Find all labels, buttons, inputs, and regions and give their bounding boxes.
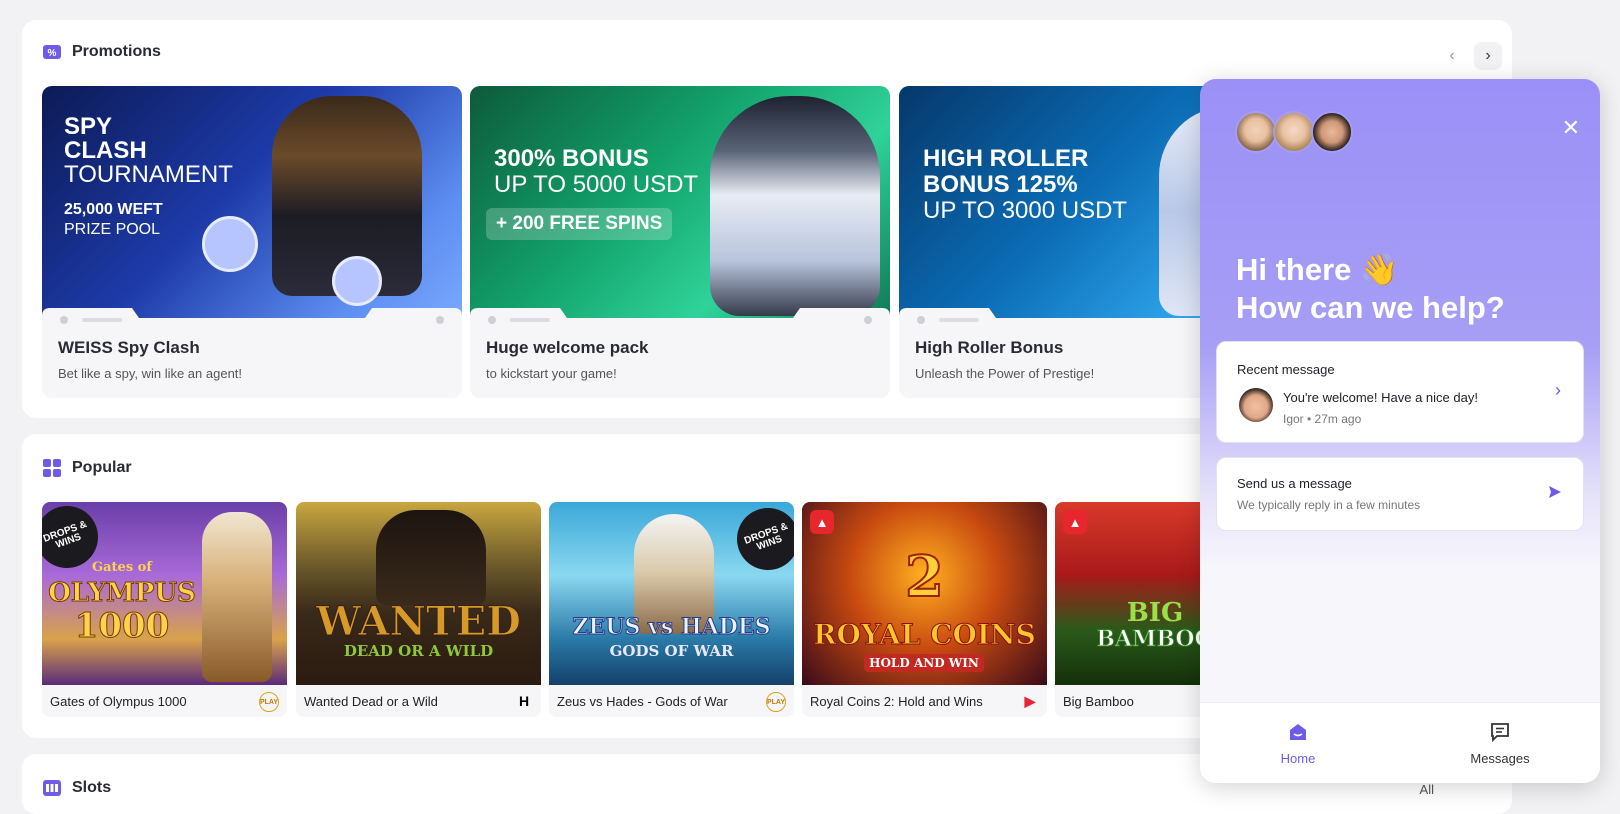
game-thumbnail: DROPS & WINS Gates of OLYMPUS 1000 <box>42 502 287 685</box>
chat-widget: ✕ Hi there 👋 How can we help? Recent mes… <box>1200 79 1600 783</box>
game-tile-royal-coins-2[interactable]: ▲ 2 ROYAL COINS HOLD AND WIN Royal Coins… <box>802 502 1047 717</box>
greeting-line: How can we help? <box>1236 290 1505 325</box>
prev-button[interactable]: ‹ <box>1438 42 1466 70</box>
send-icon <box>1547 484 1563 505</box>
avatar <box>1273 111 1315 153</box>
chat-greeting: Hi there 👋 How can we help? <box>1236 251 1505 327</box>
promo-subtitle: Bet like a spy, win like an agent! <box>58 366 243 381</box>
recent-message-card[interactable]: Recent message You're welcome! Have a ni… <box>1216 341 1584 443</box>
recent-message-meta: Igor • 27m ago <box>1283 412 1362 426</box>
promo-title: High Roller Bonus <box>915 338 1064 357</box>
astronaut-image <box>710 96 880 316</box>
recent-message-text: You're welcome! Have a nice day! <box>1283 390 1478 405</box>
promo-title: Huge welcome pack <box>486 338 649 357</box>
provider-logo-icon: ▶ <box>1024 692 1036 709</box>
game-name: Wanted Dead or a Wild <box>304 694 438 709</box>
game-name: Big Bamboo <box>1063 694 1134 709</box>
banner-text-line: HIGH ROLLER <box>923 145 1089 172</box>
slots-title: Slots <box>72 779 112 796</box>
game-tile-gates-of-olympus[interactable]: DROPS & WINS Gates of OLYMPUS 1000 Gates… <box>42 502 287 717</box>
popular-title: Popular <box>72 459 132 476</box>
team-avatars <box>1235 111 1353 153</box>
game-name: Zeus vs Hades - Gods of War <box>557 694 728 709</box>
game-thumbnail: DROPS & WINS ZEUS vs HADES GODS OF WAR <box>549 502 794 685</box>
banner-text-line: 300% BONUS <box>494 145 649 172</box>
banner-text-line: UP TO 5000 USDT <box>494 171 699 198</box>
game-name: Gates of Olympus 1000 <box>50 694 187 709</box>
avatar <box>1235 111 1277 153</box>
game-art-text: GODS OF WAR <box>609 642 734 660</box>
promotions-nav: ‹ › <box>1438 42 1502 70</box>
popular-header: Popular <box>42 458 132 478</box>
banner-text-line: 25,000 WEFT <box>64 201 163 218</box>
svg-text:%: % <box>48 48 57 59</box>
promo-subtitle: Unleash the Power of Prestige! <box>915 366 1095 381</box>
banner-text-line: UP TO 3000 USDT <box>923 197 1128 224</box>
game-thumbnail: WANTED DEAD OR A WILD <box>296 502 541 685</box>
game-art-text: OLYMPUS <box>48 578 197 609</box>
banner-text-line: BONUS 125% <box>923 171 1078 198</box>
promo-card-spy-clash[interactable]: SPY CLASH TOURNAMENT 25,000 WEFT PRIZE P… <box>42 86 462 398</box>
avatar <box>1239 388 1273 422</box>
percent-tag-icon: % <box>42 42 62 62</box>
promo-title: WEISS Spy Clash <box>58 338 200 357</box>
game-tile-zeus-vs-hades[interactable]: DROPS & WINS ZEUS vs HADES GODS OF WAR Z… <box>549 502 794 717</box>
game-art-text: Gates of <box>92 560 152 575</box>
card-strip-decoration <box>470 308 890 328</box>
banner-text-line: SPY <box>64 113 113 140</box>
tab-home[interactable]: Home <box>1238 721 1358 766</box>
banner-free-spins-pill: + 200 FREE SPINS <box>486 208 673 240</box>
game-art-text: DEAD OR A WILD <box>343 642 494 660</box>
game-art-text: HOLD AND WIN <box>864 654 984 672</box>
game-art-text: ZEUS vs HADES <box>572 614 771 641</box>
tab-messages[interactable]: Messages <box>1440 721 1560 766</box>
promo-banner-image: SPY CLASH TOURNAMENT 25,000 WEFT PRIZE P… <box>42 86 462 319</box>
promotions-title: Promotions <box>72 43 161 60</box>
home-icon <box>1238 721 1358 745</box>
fire-icon: ▲ <box>810 510 834 534</box>
tab-home-label: Home <box>1280 751 1316 766</box>
card-strip-decoration <box>42 308 462 328</box>
chevron-right-icon: › <box>1555 380 1561 400</box>
game-art-text: WANTED <box>316 598 522 646</box>
zeus-character-image <box>202 512 272 682</box>
send-message-title: Send us a message <box>1237 476 1352 491</box>
greeting-line: Hi there 👋 <box>1236 252 1399 287</box>
send-message-card[interactable]: Send us a message We typically reply in … <box>1216 457 1584 531</box>
chat-tab-bar: Home Messages <box>1200 702 1600 783</box>
game-tile-wanted-dead-or-a-wild[interactable]: WANTED DEAD OR A WILD Wanted Dead or a W… <box>296 502 541 717</box>
fire-icon: ▲ <box>1063 510 1087 534</box>
messages-icon <box>1440 721 1560 745</box>
slots-all-link[interactable]: All <box>1420 782 1434 797</box>
game-art-text: 1000 <box>74 606 170 647</box>
close-icon[interactable]: ✕ <box>1562 117 1580 139</box>
avatar <box>1311 111 1353 153</box>
slots-icon <box>42 778 62 798</box>
cowboy-character-image <box>376 510 486 605</box>
coin-image <box>332 256 382 306</box>
drops-and-wins-badge: DROPS & WINS <box>728 502 794 579</box>
promo-subtitle: to kickstart your game! <box>486 366 617 381</box>
promotions-header: % Promotions <box>42 42 161 62</box>
coin-image <box>202 216 258 272</box>
game-thumbnail: ▲ 2 ROYAL COINS HOLD AND WIN <box>802 502 1047 685</box>
send-message-subtitle: We typically reply in a few minutes <box>1237 498 1421 512</box>
banner-text-line: TOURNAMENT <box>64 161 233 188</box>
banner-text-line: PRIZE POOL <box>64 221 161 238</box>
banner-text-line: CLASH <box>64 137 147 164</box>
next-button[interactable]: › <box>1474 42 1502 70</box>
slots-header: Slots <box>42 778 111 798</box>
provider-logo-icon: PLAY <box>766 692 786 712</box>
recent-message-heading: Recent message <box>1237 362 1335 377</box>
game-name: Royal Coins 2: Hold and Wins <box>810 694 983 709</box>
provider-logo-icon: H <box>518 693 530 709</box>
grid-icon <box>42 458 62 478</box>
game-art-text: ROYAL COINS <box>813 618 1037 652</box>
provider-logo-icon: PLAY <box>259 692 279 712</box>
promo-banner-image: 300% BONUS UP TO 5000 USDT + 200 FREE SP… <box>470 86 890 319</box>
game-art-text: 2 <box>904 543 945 611</box>
tab-messages-label: Messages <box>1470 751 1530 766</box>
promo-card-welcome-pack[interactable]: 300% BONUS UP TO 5000 USDT + 200 FREE SP… <box>470 86 890 398</box>
